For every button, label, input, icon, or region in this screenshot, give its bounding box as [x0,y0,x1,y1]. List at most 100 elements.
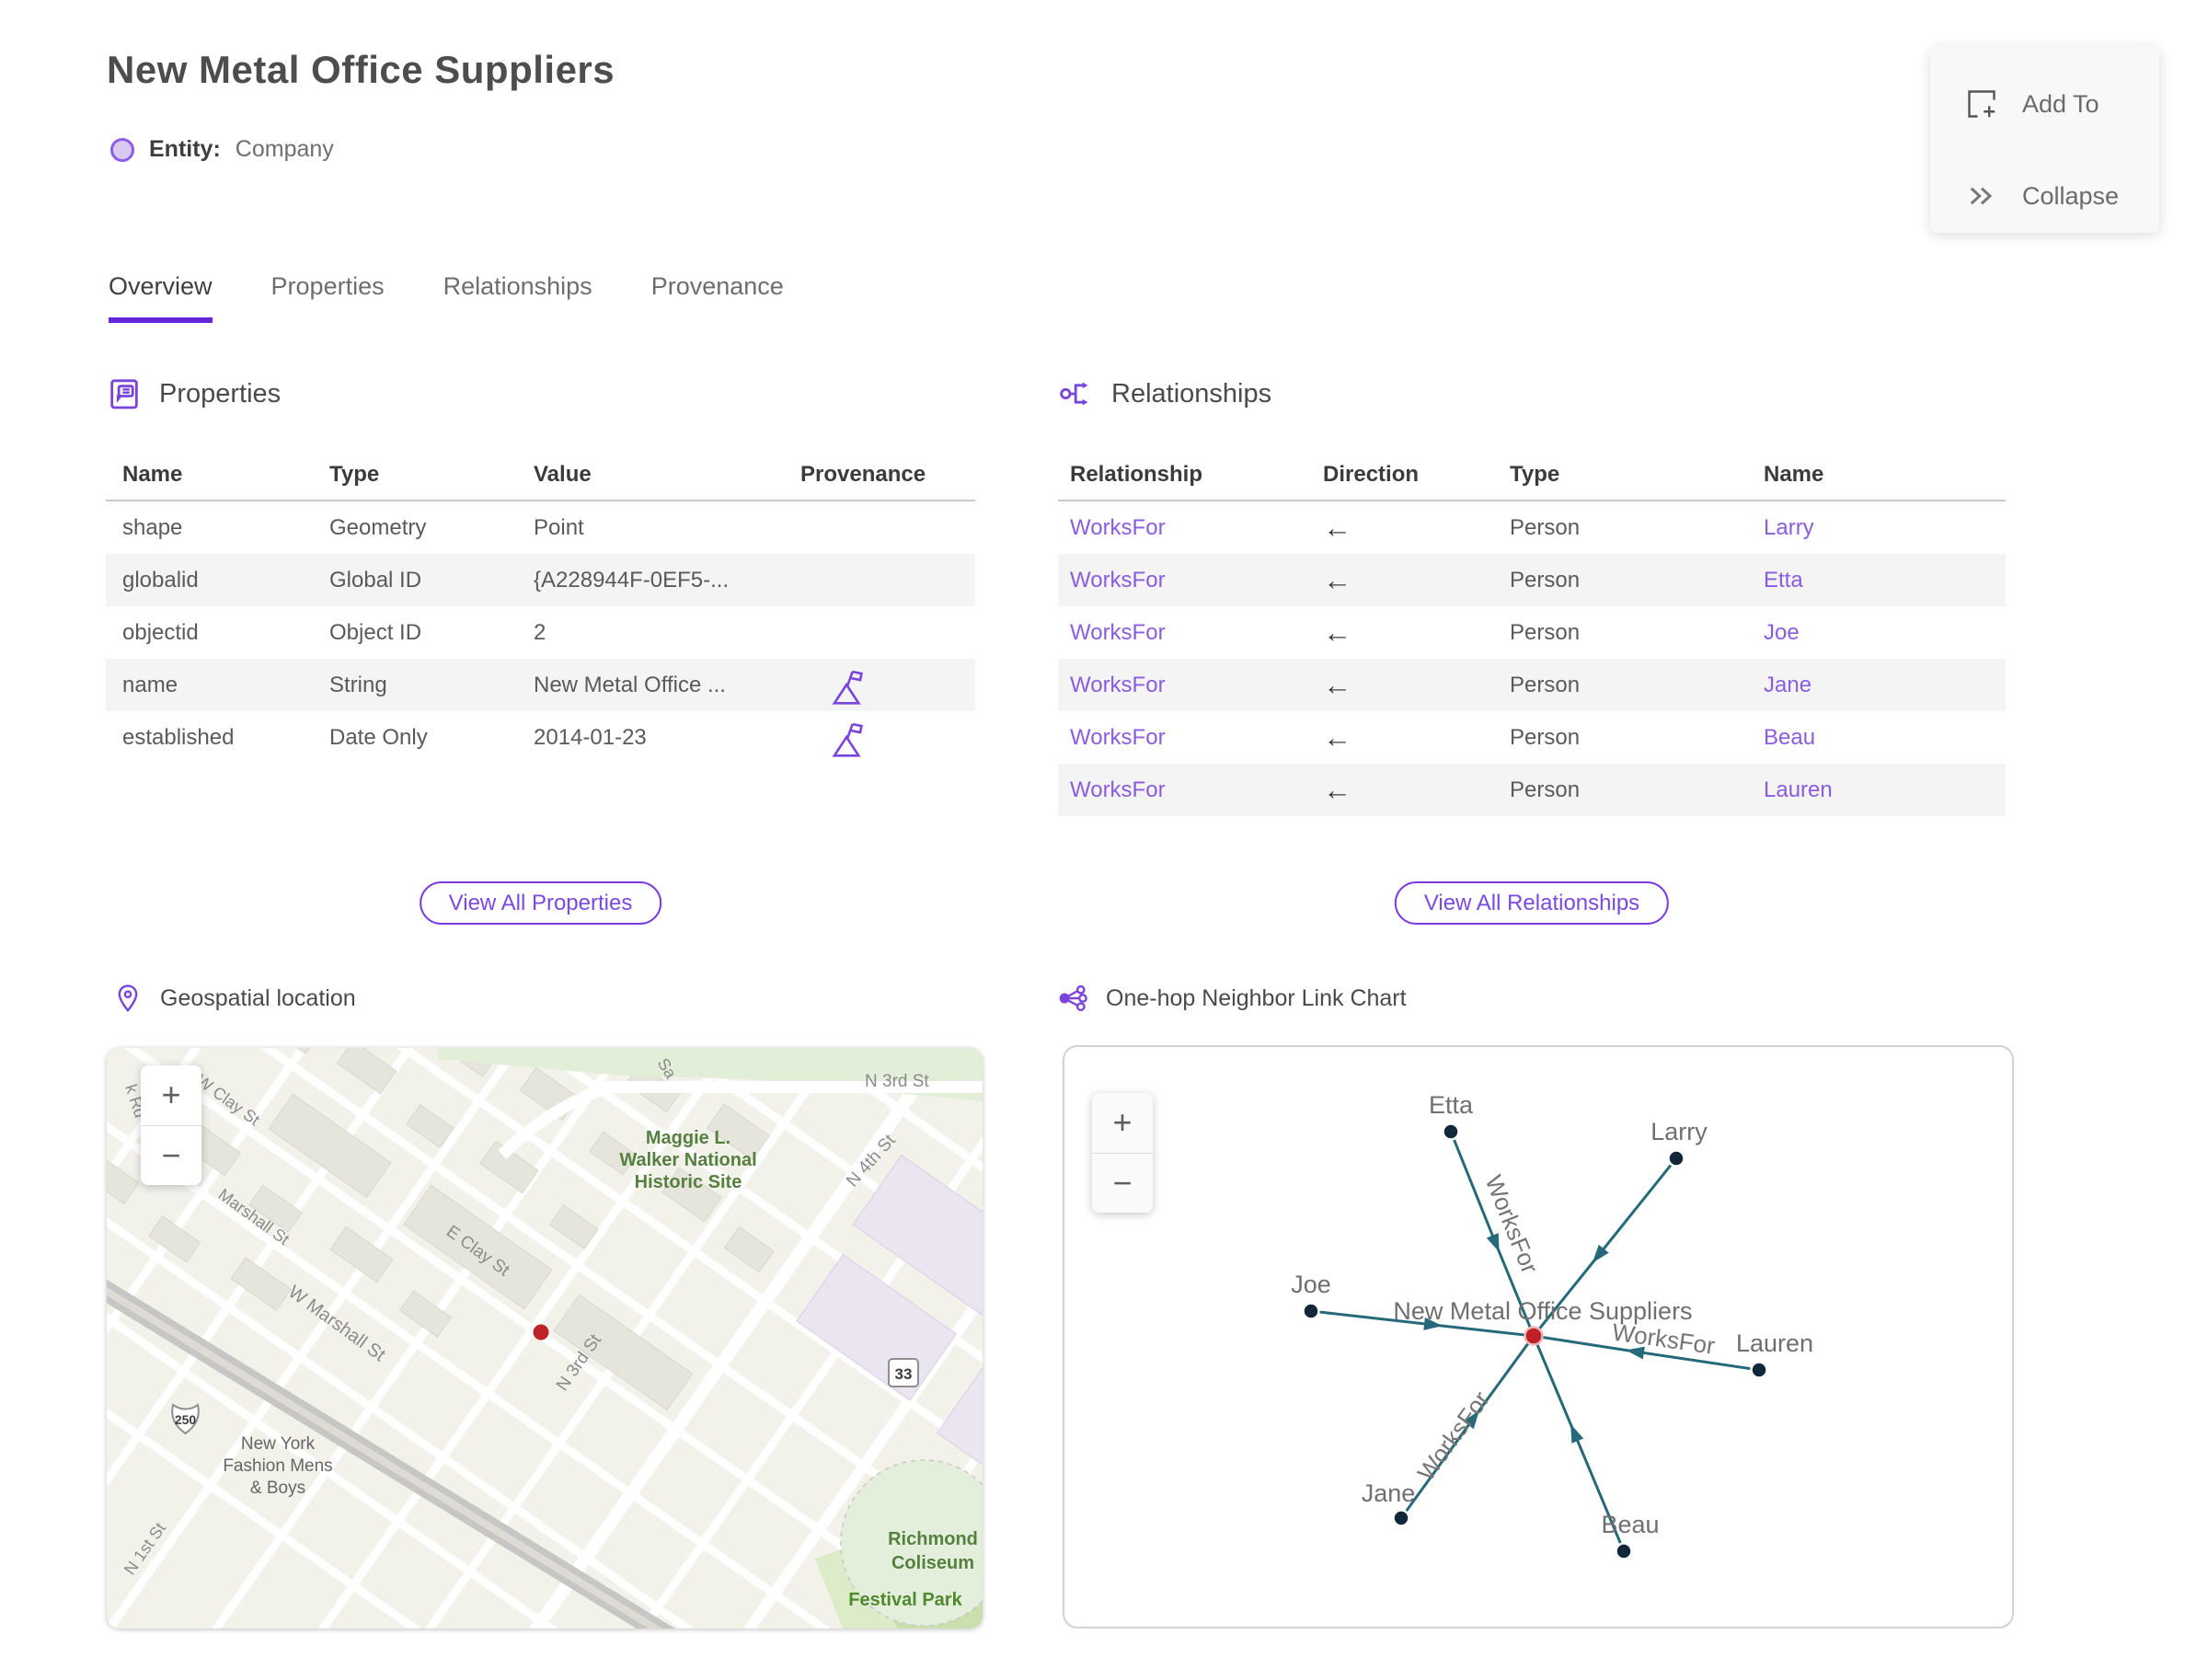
property-name: globalid [122,567,199,593]
property-name: objectid [122,619,199,645]
entity-location-marker[interactable] [533,1324,549,1341]
relationship-link[interactable]: WorksFor [1070,620,1323,646]
collapse-button[interactable]: Collapse [1930,164,2159,228]
related-entity-link[interactable]: Jane [1764,673,2006,698]
link-chart[interactable]: WorksFor WorksFor WorksFor Etta Larry Jo… [1063,1045,2014,1628]
relationship-type: Person [1510,514,1581,540]
entity-label: Entity: [149,136,221,162]
entity-type-icon [110,137,134,162]
quick-actions-card: Add To Collapse [1930,46,2159,233]
relationships-title: Relationships [1111,378,1272,408]
node-lauren[interactable] [1750,1361,1768,1379]
route-shield-33: 33 [888,1358,919,1387]
relationships-section: Relationships Relationship Direction Typ… [1058,368,2006,925]
direction-arrow: ← [1323,668,1351,701]
node-center[interactable] [1524,1326,1544,1346]
tab-overview[interactable]: Overview [109,272,213,323]
property-type: Geometry [329,514,427,540]
related-entity-link[interactable]: Lauren [1764,777,2006,803]
svg-text:New York: New York [241,1434,316,1454]
node-larry[interactable] [1667,1149,1685,1168]
relationship-type: Person [1510,567,1581,593]
relationships-icon [1060,382,1088,406]
tab-properties[interactable]: Properties [271,272,385,323]
svg-text:Fashion Mens: Fashion Mens [223,1456,332,1476]
svg-text:Richmond: Richmond [888,1529,978,1549]
add-to-label: Add To [2022,89,2099,118]
table-row: WorksFor ← Person Jane [1058,659,2006,711]
tab-provenance[interactable]: Provenance [651,272,784,323]
related-entity-link[interactable]: Joe [1764,620,2006,646]
property-name: name [122,672,178,697]
property-name: established [122,724,235,750]
svg-text:Joe: Joe [1291,1271,1331,1298]
property-type: Date Only [329,724,428,750]
map-zoom-out-button[interactable]: − [141,1126,201,1186]
direction-arrow: ← [1323,616,1351,649]
table-row: WorksFor ← Person Larry [1058,501,2006,554]
add-to-button[interactable]: Add To [1930,72,2159,136]
node-beau[interactable] [1615,1542,1633,1560]
direction-arrow: ← [1323,720,1351,754]
node-jane[interactable] [1392,1509,1410,1527]
relationship-link[interactable]: WorksFor [1070,725,1323,751]
chart-zoom-out-button[interactable]: − [1092,1154,1153,1214]
node-joe[interactable] [1302,1302,1320,1320]
col-direction: Direction [1323,461,1420,487]
svg-text:& Boys: & Boys [250,1479,305,1498]
add-to-icon [1968,90,1995,118]
relationship-link[interactable]: WorksFor [1070,673,1323,698]
tab-relationships[interactable]: Relationships [443,272,592,323]
properties-section: Properties Name Type Value Provenance sh… [106,368,975,925]
property-value: 2014-01-23 [534,724,647,750]
svg-text:WorksFor: WorksFor [1412,1386,1495,1486]
properties-table-header: Name Type Value Provenance [106,449,975,501]
properties-title: Properties [159,378,282,408]
related-entity-link[interactable]: Etta [1764,568,2006,593]
chart-center-label: New Metal Office Suppliers [1393,1297,1692,1325]
relationship-type: Person [1510,672,1581,697]
view-all-relationships-button[interactable]: View All Relationships [1394,881,1670,925]
relationship-type: Person [1510,724,1581,750]
svg-text:250: 250 [175,1412,197,1427]
related-entity-link[interactable]: Beau [1764,725,2006,751]
svg-text:Lauren: Lauren [1736,1329,1813,1357]
geospatial-map[interactable]: k Rd W Clay St Sa Marshall St W Marshall… [107,1048,983,1628]
node-etta[interactable] [1442,1122,1460,1141]
col-value: Value [534,461,592,487]
col-relationship: Relationship [1070,461,1203,487]
svg-text:Coliseum: Coliseum [891,1553,974,1573]
view-all-properties-button[interactable]: View All Properties [419,881,662,925]
relationship-link[interactable]: WorksFor [1070,515,1323,541]
svg-text:Walker National: Walker National [619,1150,756,1170]
col-type: Type [329,461,380,487]
related-entity-link[interactable]: Larry [1764,515,2006,541]
provenance-flag-icon[interactable] [828,664,867,707]
chart-zoom-in-button[interactable]: + [1092,1093,1153,1154]
property-type: Global ID [329,567,422,593]
properties-section-header: Properties [106,368,975,420]
map-zoom-control: + − [141,1065,201,1185]
direction-arrow: ← [1323,563,1351,596]
property-value: {A228944F-0EF5-... [534,567,730,593]
relationships-section-header: Relationships [1058,368,2006,420]
relationship-type: Person [1510,619,1581,645]
svg-text:Beau: Beau [1601,1511,1659,1538]
table-row: WorksFor ← Person Beau [1058,711,2006,764]
provenance-flag-icon[interactable] [828,717,867,759]
property-value: Point [534,514,584,540]
map-canvas: k Rd W Clay St Sa Marshall St W Marshall… [107,1048,983,1628]
map-zoom-in-button[interactable]: + [141,1065,201,1126]
relationships-table: Relationship Direction Type Name WorksFo… [1058,449,2006,816]
direction-arrow: ← [1323,511,1351,544]
chart-zoom-control: + − [1092,1093,1153,1213]
relationship-link[interactable]: WorksFor [1070,568,1323,593]
table-row: globalid Global ID {A228944F-0EF5-... [106,554,975,606]
collapse-label: Collapse [2022,181,2120,210]
linkchart-title: One-hop Neighbor Link Chart [1106,984,1407,1011]
property-type: String [329,672,387,697]
svg-text:Maggie L.: Maggie L. [646,1128,730,1148]
col-provenance: Provenance [800,461,926,487]
relationship-link[interactable]: WorksFor [1070,777,1323,803]
table-row: WorksFor ← Person Etta [1058,554,2006,606]
